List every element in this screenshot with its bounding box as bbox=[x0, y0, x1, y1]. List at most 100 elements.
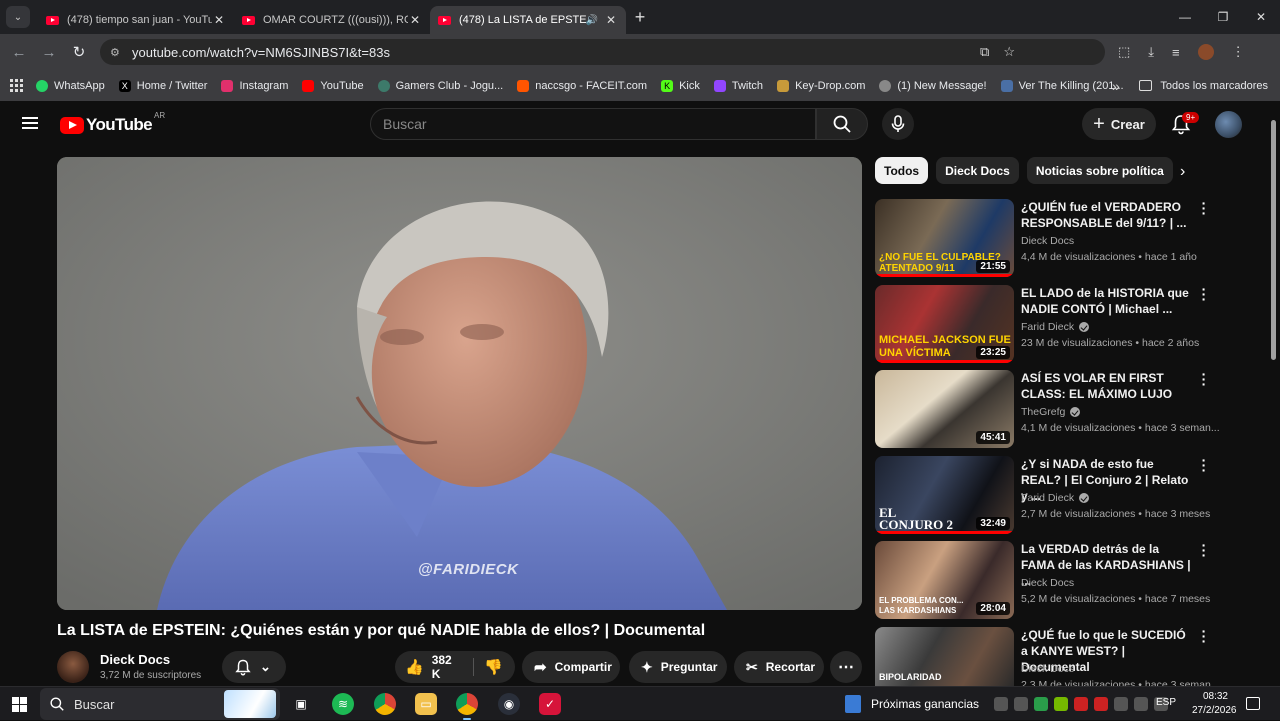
tab-search-button[interactable]: ⌄ bbox=[6, 6, 30, 28]
bookmark-star-icon[interactable]: ☆ bbox=[1003, 44, 1015, 60]
cast-icon[interactable]: ⧉ bbox=[980, 44, 989, 60]
dislike-button[interactable]: 👎 bbox=[473, 658, 503, 676]
download-icon[interactable]: ⤓ bbox=[1148, 44, 1154, 60]
recommendation-item[interactable]: EL CONJURO 2 32:49 ¿Y si NADA de esto fu… bbox=[875, 453, 1265, 536]
share-button[interactable]: ➦ Compartir bbox=[522, 651, 620, 683]
tray-app-icon[interactable] bbox=[1074, 697, 1088, 711]
bookmark-gamers-club[interactable]: Gamers Club - Jogu... bbox=[377, 79, 503, 92]
search-input[interactable]: Buscar bbox=[370, 108, 816, 140]
bookmark-twitter[interactable]: X Home / Twitter bbox=[118, 79, 207, 92]
close-tab-icon[interactable]: ✕ bbox=[212, 13, 226, 27]
bookmark-kick[interactable]: K Kick bbox=[661, 79, 700, 92]
chip-todos[interactable]: Todos bbox=[875, 157, 929, 184]
browser-toolbar: ← → ↻ ⚙ youtube.com/watch?v=NM6SJINBS7I&… bbox=[0, 34, 1280, 70]
chrome-icon[interactable] bbox=[374, 693, 396, 715]
browser-tab[interactable]: (478) tiempo san juan - YouTube ✕ bbox=[38, 6, 234, 34]
menu-icon[interactable]: ⋮ bbox=[1232, 44, 1245, 60]
like-button[interactable]: 👍 382 K 👎 bbox=[395, 651, 515, 683]
page-scrollbar[interactable] bbox=[1270, 104, 1278, 686]
new-tab-button[interactable]: + bbox=[626, 7, 654, 28]
notification-center-icon[interactable] bbox=[1246, 697, 1260, 710]
all-bookmarks-folder[interactable]: Todos los marcadores bbox=[1139, 80, 1268, 92]
tray-app-icon[interactable] bbox=[1034, 697, 1048, 711]
video-thumbnail[interactable]: EL PROBLEMA CON... LAS KARDASHIANS 28:04 bbox=[875, 541, 1014, 619]
chrome-active-icon[interactable] bbox=[456, 693, 478, 720]
more-bookmarks-icon[interactable]: » bbox=[1112, 78, 1120, 94]
video-thumbnail[interactable]: ¿NO FUE EL CULPABLE? ATENTADO 9/11 21:55 bbox=[875, 199, 1014, 277]
bookmark-the-killing[interactable]: Ver The Killing (201... bbox=[1000, 79, 1124, 92]
apps-icon[interactable] bbox=[10, 78, 24, 93]
taskbar-clock[interactable]: 08:32 27/2/2026 bbox=[1192, 690, 1237, 718]
bookmark-twitch[interactable]: Twitch bbox=[713, 79, 763, 92]
forward-icon[interactable]: → bbox=[34, 44, 64, 61]
tray-app-icon[interactable] bbox=[994, 697, 1008, 711]
chip-dieck-docs[interactable]: Dieck Docs bbox=[936, 157, 1019, 184]
back-icon[interactable]: ← bbox=[4, 44, 34, 61]
tray-app-icon[interactable] bbox=[1094, 697, 1108, 711]
chip-politica[interactable]: Noticias sobre política bbox=[1026, 157, 1173, 184]
extensions-icon[interactable]: ⬚ bbox=[1118, 44, 1130, 60]
search-button[interactable] bbox=[816, 108, 868, 140]
windows-start-icon[interactable] bbox=[12, 697, 27, 712]
clip-button[interactable]: ✂ Recortar bbox=[734, 651, 824, 683]
browser-tab[interactable]: OMAR COURTZ (((ousi))), ROA ✕ bbox=[234, 6, 430, 34]
recommendation-item[interactable]: MICHAEL JACKSON FUE UNA VÍCTIMA 23:25 EL… bbox=[875, 282, 1265, 365]
more-options-icon[interactable]: · · · bbox=[1201, 453, 1207, 477]
ask-button[interactable]: ✦ Preguntar bbox=[629, 651, 727, 683]
language-indicator[interactable]: ESP bbox=[1156, 697, 1176, 708]
scrollbar-thumb[interactable] bbox=[1271, 120, 1276, 360]
video-thumbnail[interactable]: MICHAEL JACKSON FUE UNA VÍCTIMA 23:25 bbox=[875, 285, 1014, 363]
channel-avatar[interactable] bbox=[57, 651, 89, 683]
maximize-icon[interactable]: ❐ bbox=[1204, 0, 1242, 34]
more-options-icon[interactable]: · · · bbox=[1201, 367, 1207, 391]
speaker-icon[interactable]: 🔊 bbox=[586, 15, 598, 26]
video-thumbnail[interactable]: EL CONJURO 2 32:49 bbox=[875, 456, 1014, 534]
more-actions-button[interactable]: ⋯ bbox=[830, 651, 862, 683]
youtube-logo[interactable]: YouTube AR bbox=[60, 111, 165, 135]
app-red-icon[interactable]: ✓ bbox=[539, 693, 561, 715]
chevron-right-icon[interactable]: › bbox=[1180, 163, 1185, 181]
bookmark-youtube[interactable]: YouTube bbox=[302, 79, 364, 92]
recommendation-item[interactable]: 45:41 ASÍ ES VOLAR EN FIRST CLASS: EL MÁ… bbox=[875, 367, 1265, 450]
weather-widget[interactable]: Próximas ganancias bbox=[845, 687, 979, 721]
network-icon[interactable] bbox=[1114, 697, 1128, 711]
close-tab-icon[interactable]: ✕ bbox=[604, 13, 618, 27]
task-view-icon[interactable]: ▣ bbox=[290, 693, 312, 715]
bookmark-instagram[interactable]: Instagram bbox=[221, 79, 288, 92]
more-options-icon[interactable]: · · · bbox=[1201, 196, 1207, 220]
account-avatar[interactable] bbox=[1215, 111, 1242, 138]
subscription-bell-button[interactable]: ⌄ bbox=[222, 651, 286, 683]
bookmark-key-drop[interactable]: Key-Drop.com bbox=[777, 79, 865, 92]
bookmark-faceit[interactable]: naccsgo - FACEIT.com bbox=[517, 79, 647, 92]
tray-app-icon[interactable] bbox=[1054, 697, 1068, 711]
recommendation-item[interactable]: ¿NO FUE EL CULPABLE? ATENTADO 9/11 21:55… bbox=[875, 196, 1265, 279]
video-player[interactable] bbox=[57, 157, 862, 610]
spotify-icon[interactable]: ≋ bbox=[332, 693, 354, 715]
menu-hamburger-icon[interactable] bbox=[22, 117, 38, 129]
taskbar-search[interactable]: Buscar bbox=[40, 688, 280, 720]
media-control-icon[interactable]: ≡ bbox=[1172, 45, 1180, 60]
bookmark-new-message[interactable]: (1) New Message! bbox=[879, 79, 987, 92]
profile-avatar[interactable] bbox=[1197, 44, 1214, 60]
address-bar[interactable]: ⚙ youtube.com/watch?v=NM6SJINBS7I&t=83s … bbox=[100, 39, 1105, 65]
more-options-icon[interactable]: · · · bbox=[1201, 624, 1207, 648]
minimize-icon[interactable]: — bbox=[1166, 0, 1204, 34]
file-explorer-icon[interactable]: ▭ bbox=[415, 693, 437, 715]
browser-tab-active[interactable]: (478) La LISTA de EPSTEIN: ¿ 🔊 ✕ bbox=[430, 6, 626, 34]
more-options-icon[interactable]: · · · bbox=[1201, 282, 1207, 306]
more-options-icon[interactable]: · · · bbox=[1201, 538, 1207, 562]
site-info-icon[interactable]: ⚙ bbox=[110, 46, 124, 59]
video-thumbnail[interactable]: 45:41 bbox=[875, 370, 1014, 448]
bookmark-whatsapp[interactable]: WhatsApp bbox=[36, 79, 105, 92]
create-button[interactable]: + Crear bbox=[1082, 108, 1156, 140]
reload-icon[interactable]: ↻ bbox=[64, 43, 94, 61]
voice-search-button[interactable] bbox=[882, 108, 914, 140]
video-thumbnail[interactable]: BIPOLARIDAD bbox=[875, 627, 1014, 686]
close-window-icon[interactable]: ✕ bbox=[1242, 0, 1280, 34]
tray-app-icon[interactable] bbox=[1014, 697, 1028, 711]
channel-name[interactable]: Dieck Docs bbox=[100, 652, 170, 667]
close-tab-icon[interactable]: ✕ bbox=[408, 13, 422, 27]
volume-icon[interactable] bbox=[1134, 697, 1148, 711]
recommendation-item[interactable]: EL PROBLEMA CON... LAS KARDASHIANS 28:04… bbox=[875, 538, 1265, 621]
steam-icon[interactable]: ◉ bbox=[498, 693, 520, 715]
